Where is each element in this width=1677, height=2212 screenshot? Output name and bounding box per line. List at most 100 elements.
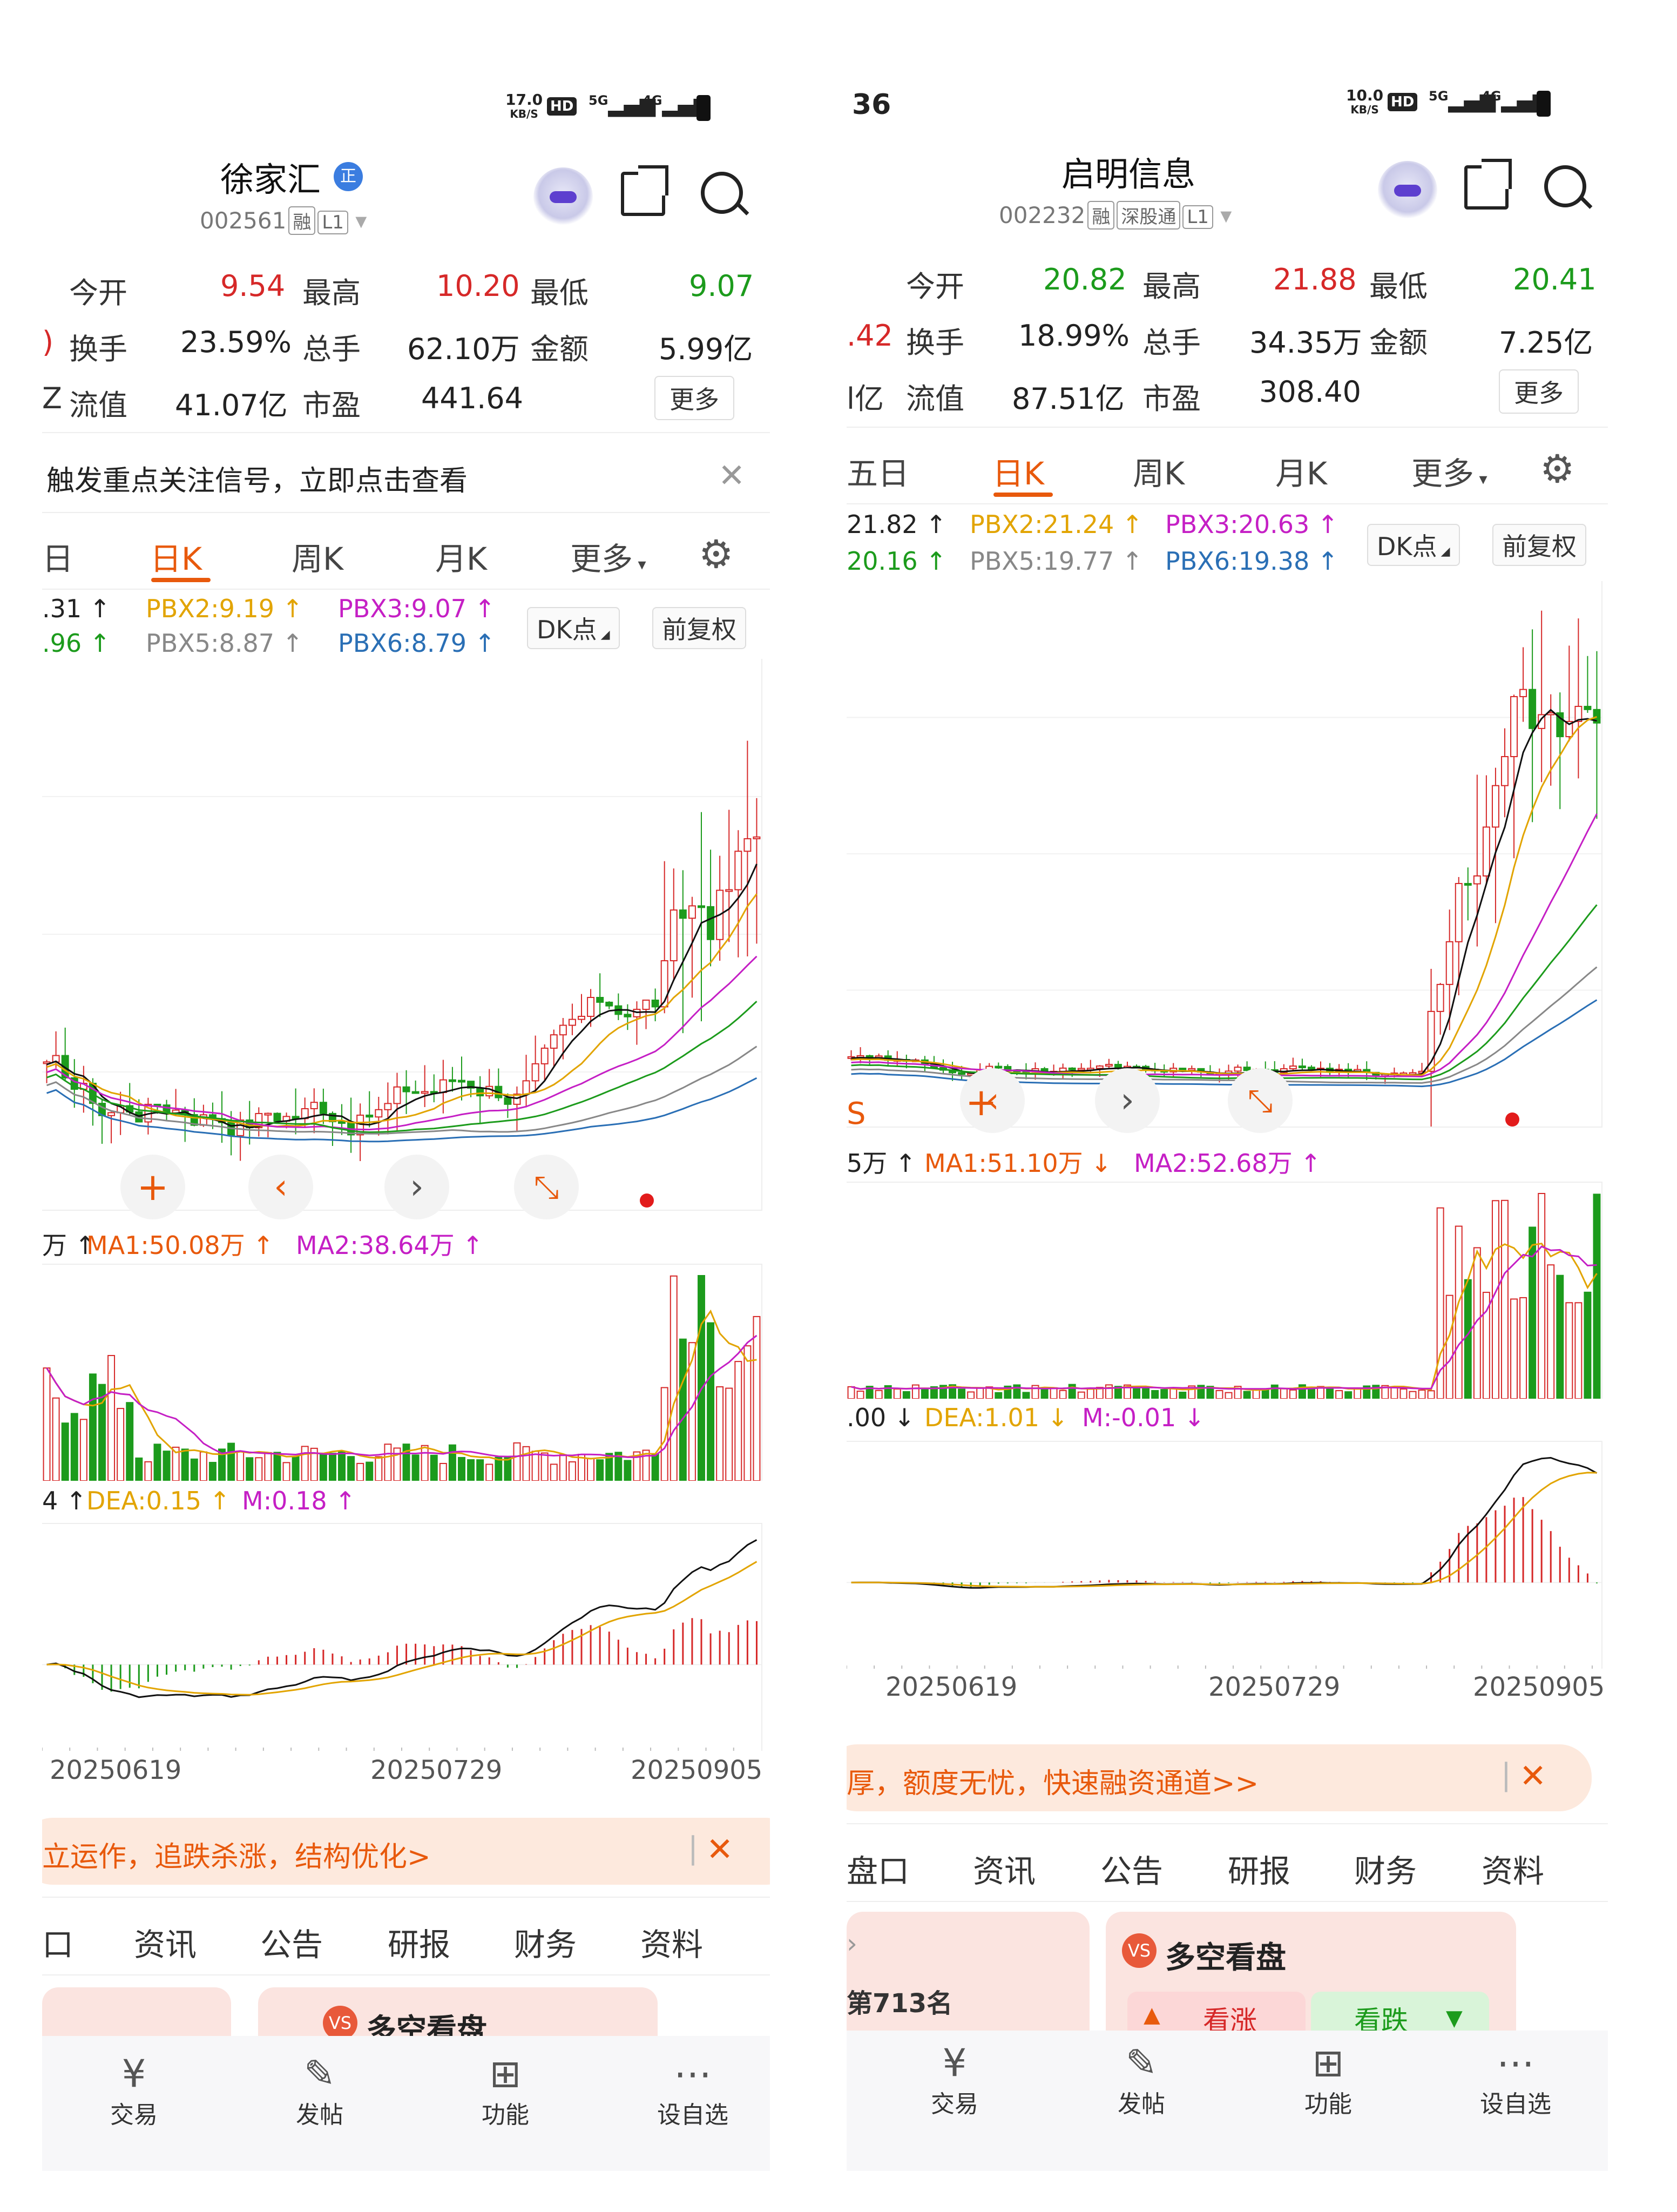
tab-profile[interactable]: 资料 [640, 1919, 703, 1965]
forward-adjust-button[interactable]: 前复权 [1492, 524, 1586, 566]
tab-finance[interactable]: 财务 [514, 1919, 577, 1965]
more-quotes-button[interactable]: 更多 [654, 376, 734, 420]
candle-body [338, 1121, 346, 1124]
crosshair-icon[interactable]: + [965, 1080, 997, 1124]
tab-more-label: 更多 [1411, 455, 1475, 492]
chevron-right-icon[interactable]: › [847, 1928, 857, 1959]
nav-functions-label: 功能 [1304, 2090, 1352, 2118]
tab-five-day[interactable]: 五日 [847, 448, 909, 494]
macd-chart[interactable] [847, 1441, 1602, 1669]
nav-functions[interactable]: ⊞ 功能 [1269, 2041, 1388, 2119]
settings-gear-icon[interactable]: ⚙ [1540, 446, 1575, 491]
candle-body [1519, 689, 1527, 697]
volume-bar [1584, 1291, 1592, 1399]
tab-order-book[interactable]: 口 [42, 1919, 73, 1965]
volume-bar [236, 1451, 245, 1481]
tab-research[interactable]: 研报 [388, 1919, 450, 1965]
close-icon[interactable]: ✕ [718, 457, 745, 495]
post-icon: ✎ [1125, 2041, 1158, 2085]
low-value: 9.07 [689, 269, 754, 303]
chevron-left-icon[interactable]: ‹ [248, 1155, 313, 1219]
volume-bar [1151, 1390, 1159, 1399]
candle-body [670, 909, 678, 962]
dk-point-button[interactable]: DK点 ◢ [527, 607, 620, 649]
volume-bar [89, 1373, 97, 1481]
robot-avatar-icon[interactable] [1378, 161, 1437, 220]
volume-bar [1225, 1392, 1233, 1399]
search-icon[interactable] [701, 172, 749, 215]
float-cap-label: 流值 [69, 388, 127, 422]
tab-more[interactable]: 更多 ▾ [1411, 448, 1487, 494]
expand-icon[interactable]: ⤡ [514, 1155, 579, 1219]
tab-announcements[interactable]: 公告 [260, 1919, 323, 1965]
macd-chart[interactable] [42, 1523, 762, 1751]
robot-avatar-icon[interactable] [533, 167, 593, 227]
crosshair-icon[interactable]: + [120, 1155, 185, 1219]
volume-bar [540, 1452, 549, 1481]
volume-chart[interactable] [847, 1182, 1602, 1399]
chevron-right-icon[interactable]: › [384, 1155, 449, 1219]
nav-functions[interactable]: ⊞ 功能 [446, 2052, 565, 2130]
tab-monthly-k[interactable]: 月K [435, 534, 487, 579]
ma-line [851, 709, 1597, 1076]
tab-more[interactable]: 更多 ▾ [570, 534, 646, 579]
forward-adjust-button[interactable]: 前复权 [652, 607, 746, 649]
candle-body [596, 996, 604, 1003]
nav-post[interactable]: ✎ 发帖 [260, 2052, 379, 2130]
tab-profile[interactable]: 资料 [1482, 1846, 1544, 1891]
candle-body [264, 1112, 272, 1116]
share-icon[interactable] [1464, 159, 1512, 210]
dk-point-button[interactable]: DK点 ◢ [1367, 524, 1460, 566]
candle-body [550, 1034, 558, 1049]
kline-chart[interactable] [42, 659, 762, 1211]
tab-finance[interactable]: 财务 [1354, 1846, 1417, 1891]
divider [42, 1974, 770, 1975]
more-quotes-button[interactable]: 更多 [1499, 369, 1579, 414]
tab-day[interactable]: 日 [42, 534, 73, 579]
nav-add-watchlist[interactable]: ⋯ 设自选 [1453, 2041, 1578, 2119]
tab-order-book[interactable]: 盘口 [847, 1846, 909, 1891]
candle-body [504, 1097, 512, 1105]
hd-icon: HD [1388, 93, 1418, 111]
close-icon[interactable]: ✕ [706, 1831, 733, 1869]
macd-line [851, 1456, 1598, 1589]
tab-news[interactable]: 资讯 [134, 1919, 197, 1965]
nav-post[interactable]: ✎ 发帖 [1082, 2041, 1201, 2119]
candle-body [642, 999, 650, 1010]
tab-monthly-k[interactable]: 月K [1275, 448, 1327, 494]
date-label-start: 20250619 [50, 1755, 182, 1785]
nav-trade[interactable]: ¥ 交易 [75, 2052, 193, 2130]
trade-icon: ¥ [942, 2041, 967, 2085]
promo-banner[interactable]: 厚，额度无忧，快速融资通道>> | ✕ [847, 1744, 1592, 1811]
volume-bar [430, 1454, 438, 1481]
kline-chart[interactable] [847, 581, 1602, 1128]
tab-research[interactable]: 研报 [1228, 1846, 1290, 1891]
stock-name: 启明信息 [1061, 154, 1196, 194]
expand-icon[interactable]: ⤡ [1228, 1068, 1293, 1133]
volume-chart[interactable] [42, 1264, 762, 1481]
signal-notice[interactable]: 触发重点关注信号，立即点击查看 [46, 458, 468, 498]
nav-post-label: 发帖 [1118, 2090, 1165, 2118]
nav-add-watchlist[interactable]: ⋯ 设自选 [631, 2052, 755, 2130]
search-icon[interactable] [1544, 165, 1593, 209]
nav-trade[interactable]: ¥ 交易 [895, 2041, 1014, 2119]
promo-banner[interactable]: 立运作，追跌杀涨，结构优化> | ✕ [42, 1818, 770, 1885]
chevron-right-icon[interactable]: › [1095, 1068, 1160, 1133]
low-label: 最低 [530, 276, 589, 310]
volume-bar [698, 1275, 705, 1481]
chevron-down-icon[interactable]: ▾ [1213, 202, 1232, 228]
tab-news[interactable]: 资讯 [973, 1846, 1036, 1891]
volume-bar [61, 1422, 69, 1481]
close-icon[interactable]: ✕ [1519, 1757, 1546, 1795]
float-cap-value: 87.51亿 [1012, 382, 1125, 416]
chevron-down-icon[interactable]: ▾ [348, 207, 367, 234]
high-value: 21.88 [1273, 262, 1357, 296]
tab-daily-k[interactable]: 日K [992, 448, 1044, 494]
tab-daily-k[interactable]: 日K [150, 534, 202, 579]
amount-label: 金额 [1369, 326, 1428, 360]
tab-weekly-k[interactable]: 周K [1133, 448, 1185, 494]
share-icon[interactable] [621, 165, 668, 216]
tab-announcements[interactable]: 公告 [1100, 1846, 1163, 1891]
tab-weekly-k[interactable]: 周K [292, 534, 343, 579]
settings-gear-icon[interactable]: ⚙ [699, 531, 734, 577]
